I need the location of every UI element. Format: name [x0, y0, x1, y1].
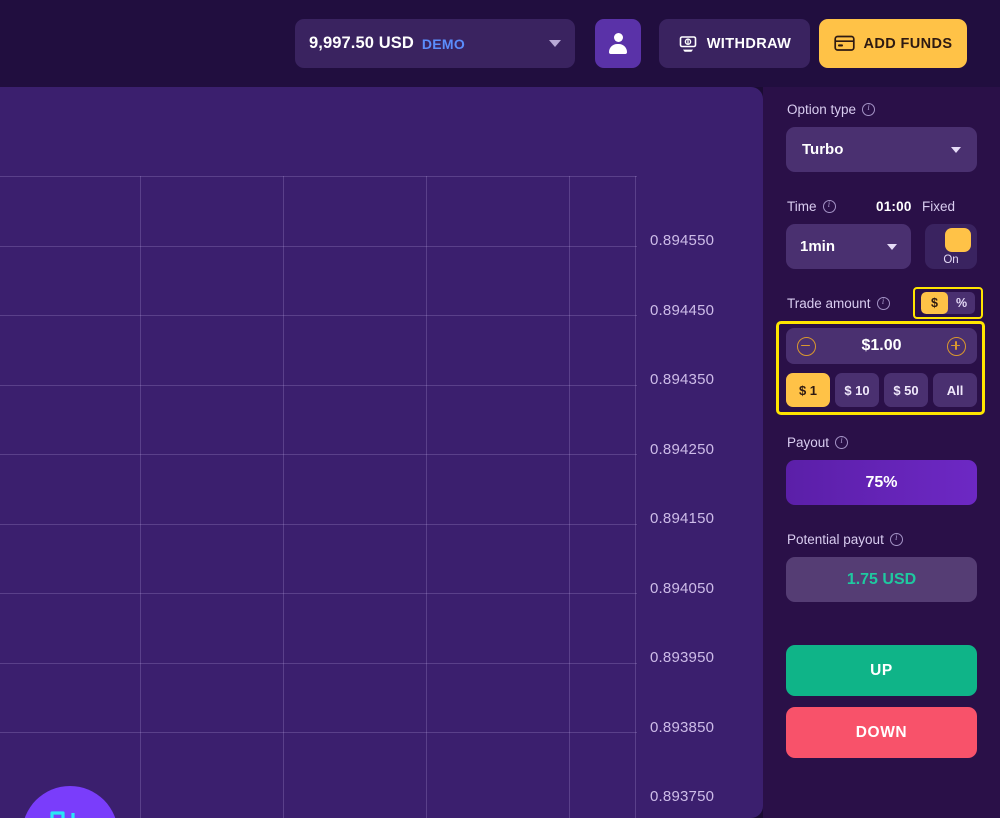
- potential-payout-value: 1.75 USD: [846, 570, 917, 588]
- grid-line-horizontal: [0, 245, 637, 247]
- time-dropdown[interactable]: 1min: [786, 224, 911, 269]
- grid-line-vertical: [426, 176, 427, 818]
- price-tick-label: 0.893750: [650, 788, 715, 805]
- fixed-toggle-state: On: [943, 254, 959, 266]
- grid-line-vertical: [140, 176, 141, 818]
- account-type-badge: DEMO: [421, 35, 466, 52]
- price-tick-label: 0.893950: [650, 649, 715, 666]
- quick-amount-buttons[interactable]: $ 1 $ 10 $ 50 All: [786, 373, 977, 407]
- price-tick-label: 0.894450: [650, 301, 715, 319]
- chevron-down-icon: [951, 146, 961, 153]
- grid-line-horizontal: [0, 732, 637, 733]
- up-label: UP: [870, 661, 893, 679]
- price-tick-label: 0.894050: [650, 579, 715, 597]
- time-label: Time: [787, 199, 836, 214]
- person-icon: [608, 33, 628, 54]
- add-funds-button[interactable]: ADD FUNDS: [819, 19, 967, 68]
- time-value: 1min: [800, 238, 836, 255]
- amount-unit-toggle[interactable]: $ %: [921, 292, 975, 314]
- fixed-time-toggle[interactable]: On: [925, 224, 977, 269]
- chevron-down-icon: [887, 243, 897, 250]
- info-icon[interactable]: [889, 533, 903, 546]
- info-icon[interactable]: [862, 103, 876, 116]
- potential-payout-label-text: Potential payout: [787, 532, 884, 547]
- potential-payout-label: Potential payout: [787, 532, 903, 547]
- price-tick-label: 0.894550: [650, 232, 715, 249]
- chevron-down-icon: [549, 40, 561, 47]
- down-button[interactable]: DOWN: [786, 707, 977, 758]
- time-label-text: Time: [787, 199, 817, 214]
- payout-label: Payout: [787, 435, 849, 450]
- minus-circle-icon[interactable]: [797, 336, 816, 356]
- grid-line-horizontal: [0, 662, 637, 664]
- price-tick-label: 0.894250: [650, 440, 715, 458]
- trade-amount-label: Trade amount: [787, 296, 890, 311]
- trading-app: 9,997.50 USD DEMO WITHDRAW ADD FUNDS 0.8…: [0, 0, 1000, 818]
- option-type-label: Option type: [787, 102, 876, 117]
- info-icon[interactable]: [876, 297, 890, 310]
- grid-line-horizontal: [0, 315, 637, 316]
- payout-box: 75%: [786, 460, 977, 505]
- price-tick-label: 0.894350: [650, 371, 715, 388]
- amount-stepper[interactable]: $1.00: [786, 328, 977, 364]
- grid-line-horizontal: [0, 454, 637, 455]
- grid-line-horizontal: [0, 176, 637, 177]
- grid-line-vertical: [283, 176, 284, 818]
- quick-amount-all[interactable]: All: [933, 373, 977, 407]
- credit-card-icon: [833, 35, 855, 51]
- trade-amount-label-text: Trade amount: [787, 296, 871, 311]
- unit-dollar-option[interactable]: $: [921, 292, 948, 314]
- trade-amount-value[interactable]: $1.00: [816, 337, 947, 355]
- potential-payout-box: 1.75 USD: [786, 557, 977, 602]
- grid-line-horizontal: [0, 593, 637, 594]
- time-countdown: 01:00: [876, 199, 912, 214]
- payout-label-text: Payout: [787, 435, 830, 450]
- price-tick-label: 0.894150: [650, 510, 715, 527]
- profile-button[interactable]: [595, 19, 641, 68]
- info-icon[interactable]: [835, 436, 849, 449]
- option-type-value: Turbo: [802, 141, 844, 158]
- grid-line-vertical: [635, 176, 636, 818]
- grid-line-vertical: [569, 176, 570, 818]
- withdraw-label: WITHDRAW: [706, 35, 792, 52]
- option-type-dropdown[interactable]: Turbo: [786, 127, 977, 172]
- atm-cash-icon: [679, 35, 697, 52]
- toggle-knob: [945, 228, 971, 252]
- quick-amount-1[interactable]: $ 1: [786, 373, 830, 407]
- price-axis: 0.894550 0.894450 0.894350 0.894250 0.894150…: [637, 87, 763, 818]
- option-type-label-text: Option type: [787, 102, 857, 117]
- quick-amount-50[interactable]: $ 50: [884, 373, 928, 407]
- price-tick-label: 0.893850: [650, 718, 715, 736]
- info-icon[interactable]: [822, 200, 836, 213]
- unit-percent-option[interactable]: %: [948, 292, 975, 314]
- up-button[interactable]: UP: [786, 645, 977, 696]
- plus-circle-icon[interactable]: [947, 336, 966, 356]
- grid-line-horizontal: [0, 384, 637, 386]
- unit-toggle-highlight: $ %: [913, 287, 983, 319]
- payout-value: 75%: [865, 473, 898, 491]
- add-funds-label: ADD FUNDS: [863, 35, 953, 52]
- top-header-bar: 9,997.50 USD DEMO WITHDRAW ADD FUNDS: [0, 0, 1000, 87]
- price-chart-panel[interactable]: 0.894550 0.894450 0.894350 0.894250 0.894150…: [0, 87, 763, 818]
- balance-selector[interactable]: 9,997.50 USD DEMO: [295, 19, 575, 68]
- balance-amount: 9,997.50 USD: [309, 34, 414, 52]
- down-label: DOWN: [855, 723, 908, 741]
- quick-amount-10[interactable]: $ 10: [835, 373, 879, 407]
- withdraw-button[interactable]: WITHDRAW: [659, 19, 810, 68]
- fixed-label: Fixed: [922, 199, 956, 214]
- grid-line-horizontal: [0, 523, 637, 525]
